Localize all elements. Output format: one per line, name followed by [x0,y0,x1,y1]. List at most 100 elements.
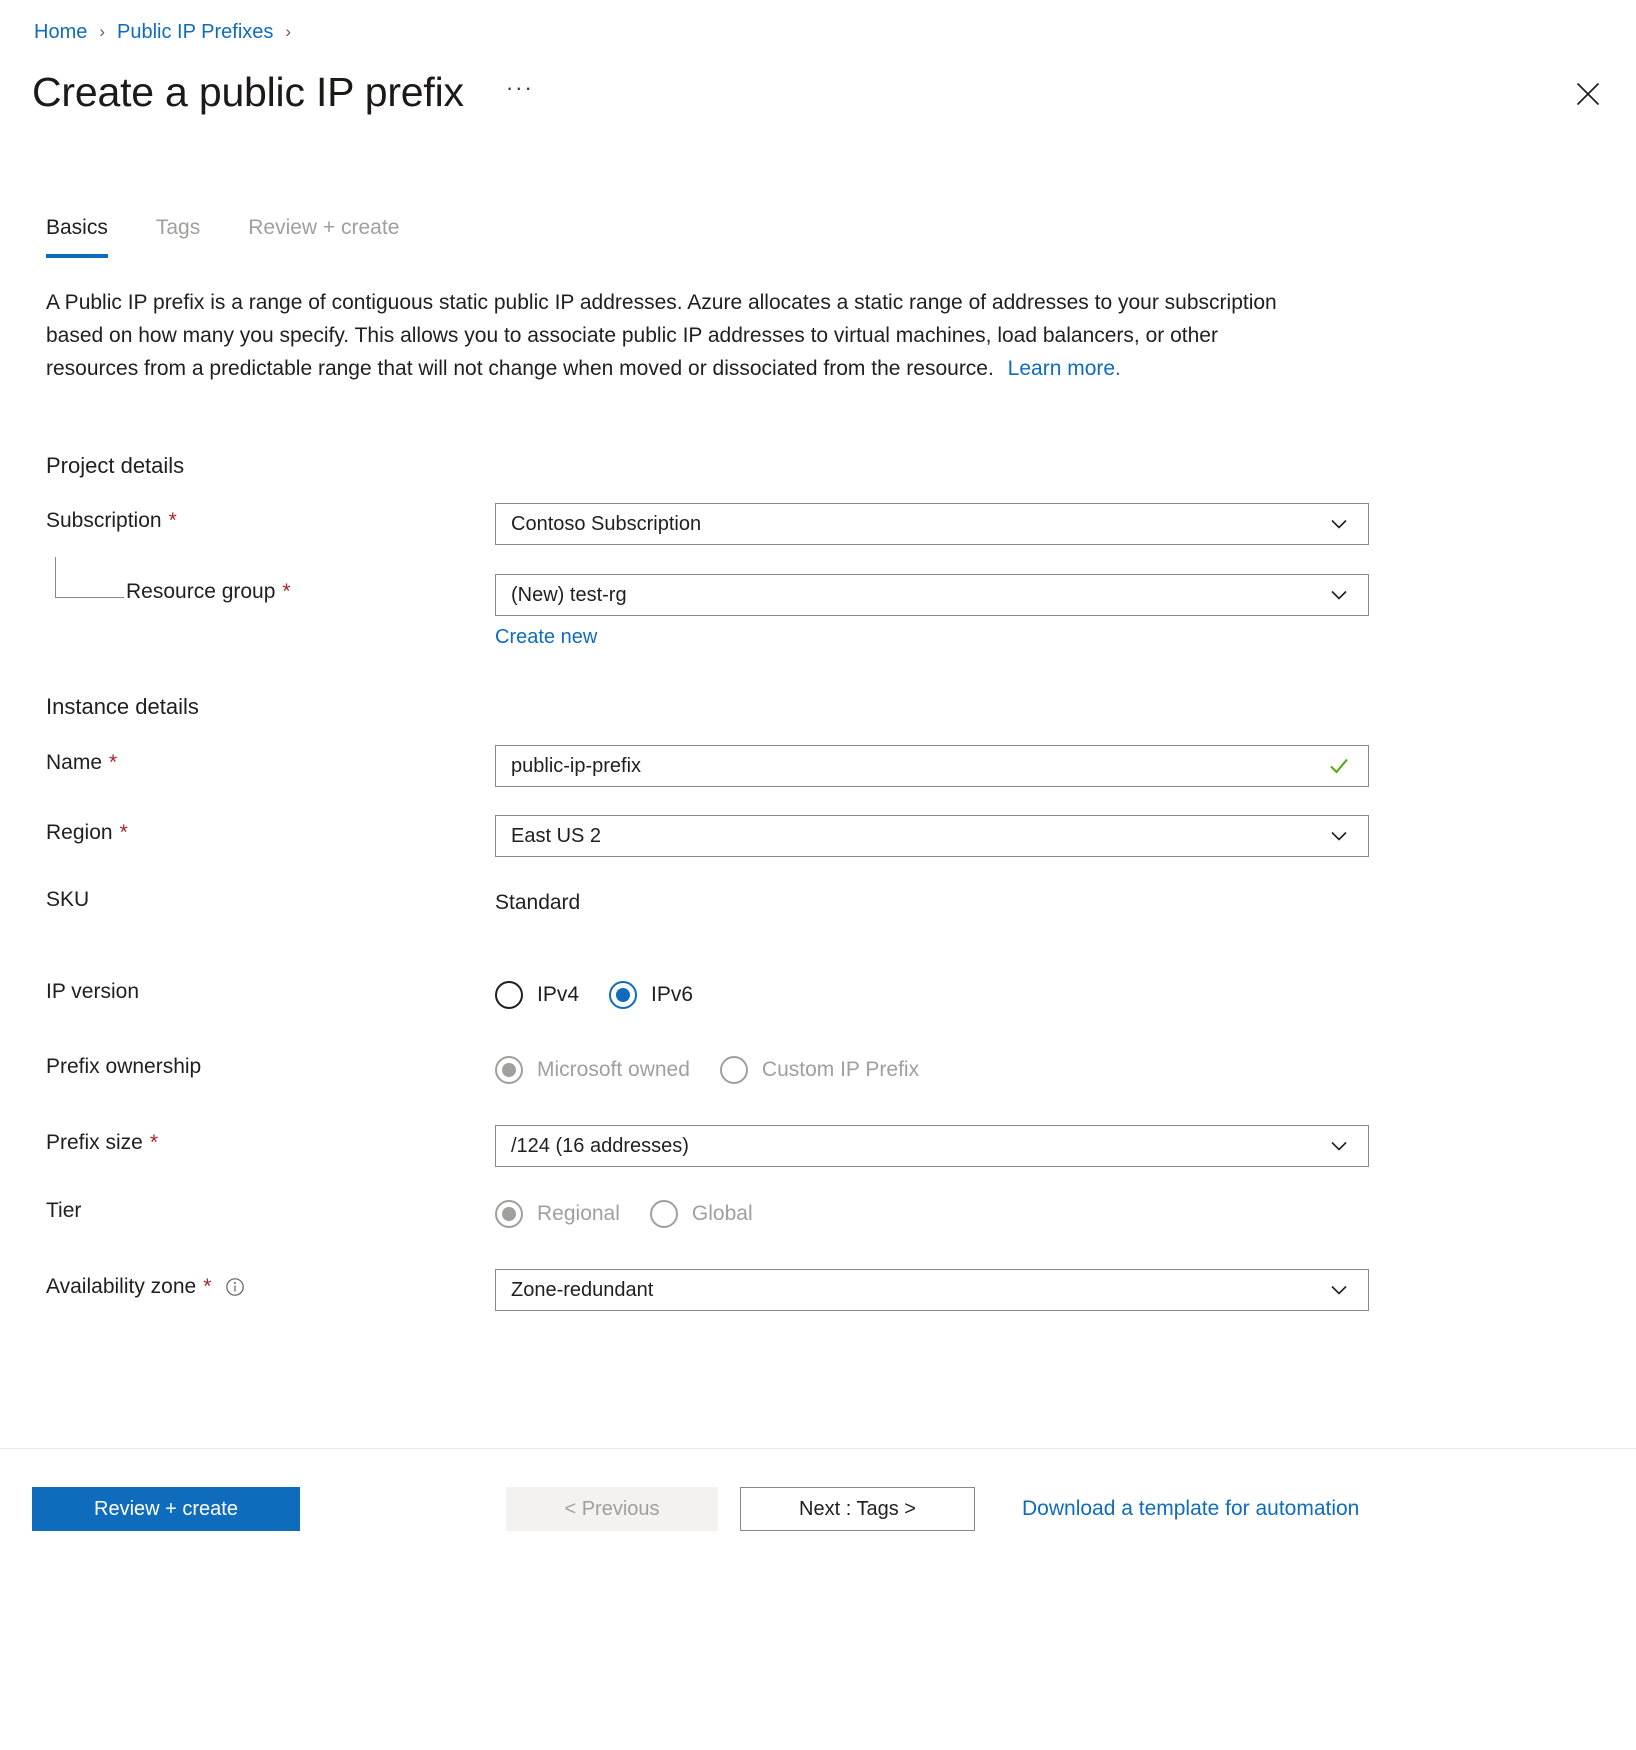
required-asterisk-availability-zone: * [203,1272,211,1302]
radio-icon-ipv4 [495,981,523,1009]
field-row-subscription: Subscription * Contoso Subscription [46,506,1588,550]
availability-zone-value: Zone-redundant [511,1279,1328,1302]
field-subscription: Contoso Subscription [495,503,1369,545]
radio-label-custom-ip-prefix: Custom IP Prefix [762,1056,919,1084]
breadcrumb-item-home[interactable]: Home [34,18,87,46]
chevron-down-icon [1328,825,1350,847]
more-options-button[interactable]: ··· [498,72,542,112]
field-tier: Regional Global [495,1193,1369,1235]
field-row-resource-group: Resource group * (New) test-rg Create ne… [46,577,1588,621]
subscription-value: Contoso Subscription [511,513,1328,536]
close-icon [1575,81,1601,107]
label-sku: SKU [46,885,89,915]
create-new-resource-group-link[interactable]: Create new [495,624,597,650]
wizard-tabs: Basics Tags Review + create [46,214,447,258]
chevron-down-icon [1328,1135,1350,1157]
field-region: East US 2 [495,815,1369,857]
next-tags-button[interactable]: Next : Tags > [740,1487,975,1531]
ip-version-radio-group: IPv4 IPv6 [495,974,1369,1016]
radio-icon-microsoft-owned [495,1056,523,1084]
label-subscription-text: Subscription [46,506,162,536]
info-icon[interactable] [225,1277,245,1297]
sku-value: Standard [495,882,1369,924]
required-asterisk-prefix-size: * [150,1128,158,1158]
radio-label-ipv4: IPv4 [537,981,579,1009]
radio-icon-ipv6 [609,981,637,1009]
radio-option-ipv6[interactable]: IPv6 [609,981,693,1009]
review-create-button[interactable]: Review + create [32,1487,300,1531]
previous-button: < Previous [506,1487,718,1531]
radio-option-global: Global [650,1200,753,1228]
field-ip-version: IPv4 IPv6 [495,974,1369,1016]
page-title: Create a public IP prefix [32,64,464,120]
chevron-down-icon [1328,1279,1350,1301]
tab-basics[interactable]: Basics [46,214,108,258]
label-name-text: Name [46,748,102,778]
required-asterisk-region: * [120,818,128,848]
field-row-sku: SKU Standard [46,885,1588,929]
breadcrumb-item-public-ip-prefixes[interactable]: Public IP Prefixes [117,18,273,46]
radio-label-regional: Regional [537,1200,620,1228]
blade-description: A Public IP prefix is a range of contigu… [46,286,1308,385]
label-resource-group-text: Resource group [126,577,275,607]
valid-check-icon [1326,753,1352,779]
field-row-prefix-size: Prefix size * /124 (16 addresses) [46,1128,1588,1172]
radio-label-microsoft-owned: Microsoft owned [537,1056,690,1084]
resource-group-dropdown[interactable]: (New) test-rg [495,574,1369,616]
radio-icon-regional [495,1200,523,1228]
field-row-tier: Tier Regional Global [46,1196,1588,1240]
download-template-link[interactable]: Download a template for automation [1022,1487,1359,1531]
label-region-text: Region [46,818,113,848]
chevron-down-icon [1328,513,1350,535]
chevron-down-icon [1328,584,1350,606]
region-dropdown[interactable]: East US 2 [495,815,1369,857]
section-header-project-details: Project details [46,452,184,480]
radio-option-custom-ip-prefix: Custom IP Prefix [720,1056,919,1084]
field-row-prefix-ownership: Prefix ownership Microsoft owned Custom … [46,1052,1588,1096]
close-button[interactable] [1568,74,1608,114]
label-ip-version: IP version [46,977,139,1007]
resource-group-value: (New) test-rg [511,584,1328,607]
prefix-size-value: /124 (16 addresses) [511,1135,1328,1158]
availability-zone-dropdown[interactable]: Zone-redundant [495,1269,1369,1311]
prefix-size-dropdown[interactable]: /124 (16 addresses) [495,1125,1369,1167]
learn-more-link[interactable]: Learn more. [1008,352,1121,385]
label-region: Region * [46,818,128,848]
field-row-name: Name * public-ip-prefix [46,748,1588,792]
name-value: public-ip-prefix [511,755,1326,778]
label-prefix-size-text: Prefix size [46,1128,143,1158]
breadcrumb-separator-icon: › [87,18,117,46]
field-name: public-ip-prefix [495,745,1369,787]
label-prefix-ownership-text: Prefix ownership [46,1052,201,1082]
label-prefix-ownership: Prefix ownership [46,1052,201,1082]
wizard-footer: Review + create < Previous Next : Tags >… [0,1449,1636,1750]
field-resource-group: (New) test-rg Create new [495,574,1369,650]
label-subscription: Subscription * [46,506,177,536]
subscription-dropdown[interactable]: Contoso Subscription [495,503,1369,545]
field-sku: Standard [495,882,1369,924]
radio-label-ipv6: IPv6 [651,981,693,1009]
required-asterisk-name: * [109,748,117,778]
label-sku-text: SKU [46,885,89,915]
breadcrumb-separator-icon-2: › [273,18,303,46]
label-resource-group: Resource group * [126,577,291,607]
field-availability-zone: Zone-redundant [495,1269,1369,1311]
prefix-ownership-radio-group: Microsoft owned Custom IP Prefix [495,1049,1369,1091]
field-row-ip-version: IP version IPv4 IPv6 [46,977,1588,1021]
tab-review-create[interactable]: Review + create [248,214,399,258]
create-public-ip-prefix-blade: Home › Public IP Prefixes › Create a pub… [0,0,1636,1750]
tab-tags[interactable]: Tags [156,214,200,258]
name-input[interactable]: public-ip-prefix [495,745,1369,787]
tier-radio-group: Regional Global [495,1193,1369,1235]
field-prefix-size: /124 (16 addresses) [495,1125,1369,1167]
label-prefix-size: Prefix size * [46,1128,158,1158]
label-ip-version-text: IP version [46,977,139,1007]
field-row-availability-zone: Availability zone * Zone-redundant [46,1272,1588,1316]
radio-icon-custom-ip-prefix [720,1056,748,1084]
label-availability-zone-text: Availability zone [46,1272,196,1302]
required-asterisk-resource-group: * [282,577,290,607]
radio-option-ipv4[interactable]: IPv4 [495,981,579,1009]
radio-icon-global [650,1200,678,1228]
title-row: Create a public IP prefix ··· [32,64,542,120]
breadcrumb: Home › Public IP Prefixes › [34,18,303,46]
